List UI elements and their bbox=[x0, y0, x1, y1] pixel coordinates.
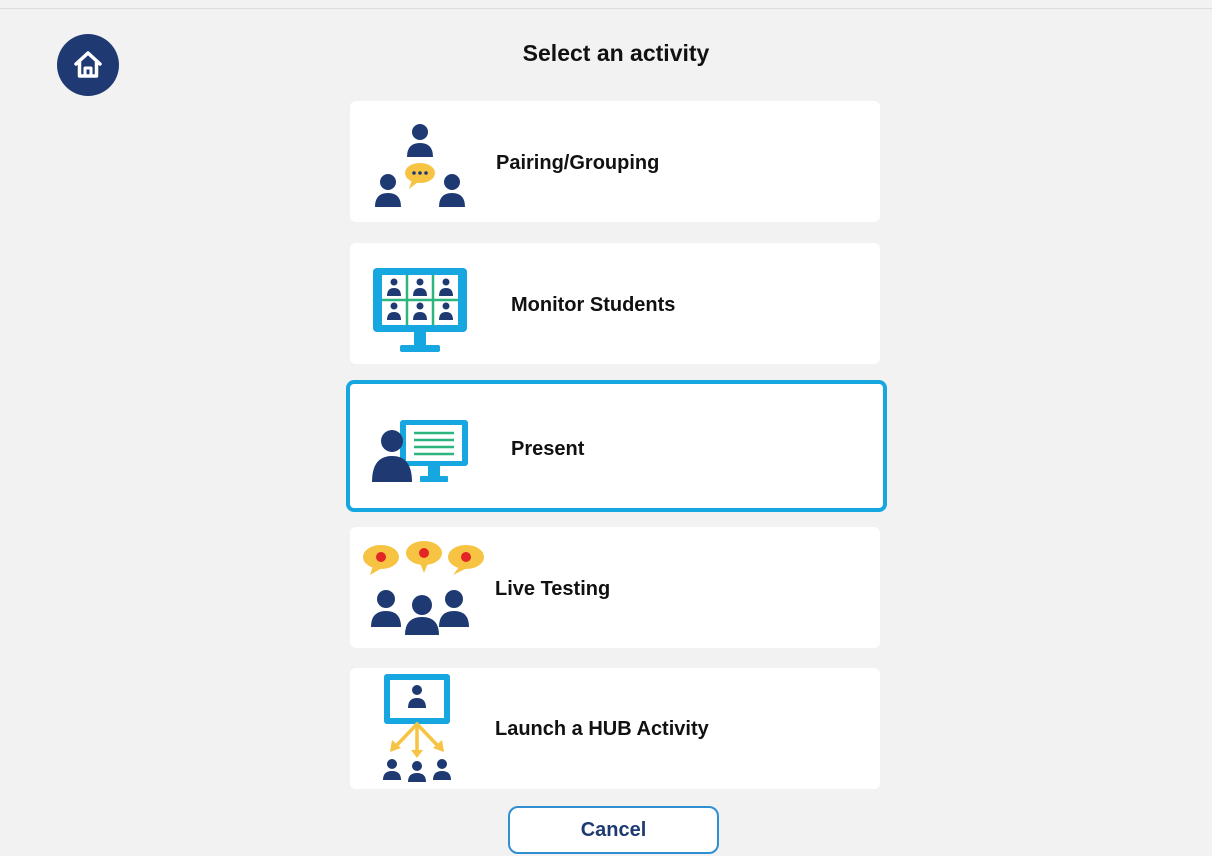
activity-label-monitor-students: Monitor Students bbox=[511, 294, 676, 316]
live-testing-icon bbox=[363, 541, 484, 635]
activity-label-live-testing: Live Testing bbox=[495, 578, 611, 600]
activity-card-pairing-grouping[interactable]: Pairing/Grouping bbox=[350, 101, 880, 222]
page-title: Select an activity bbox=[522, 40, 710, 66]
activity-card-launch-hub-activity[interactable]: Launch a HUB Activity bbox=[350, 668, 880, 789]
activity-card-monitor-students[interactable]: Monitor Students bbox=[350, 243, 880, 364]
monitor-students-icon bbox=[373, 268, 467, 352]
activity-label-pairing-grouping: Pairing/Grouping bbox=[496, 152, 660, 174]
activity-label-launch-hub-activity: Launch a HUB Activity bbox=[495, 718, 709, 740]
pairing-grouping-icon bbox=[375, 124, 465, 207]
activity-card-present[interactable]: Present bbox=[346, 380, 887, 512]
activity-label-present: Present bbox=[511, 438, 585, 460]
cancel-button[interactable]: Cancel bbox=[508, 806, 719, 854]
activity-card-live-testing[interactable]: Live Testing bbox=[350, 527, 880, 648]
present-icon bbox=[372, 420, 468, 482]
top-divider bbox=[0, 8, 1212, 9]
launch-hub-activity-icon bbox=[383, 674, 451, 782]
